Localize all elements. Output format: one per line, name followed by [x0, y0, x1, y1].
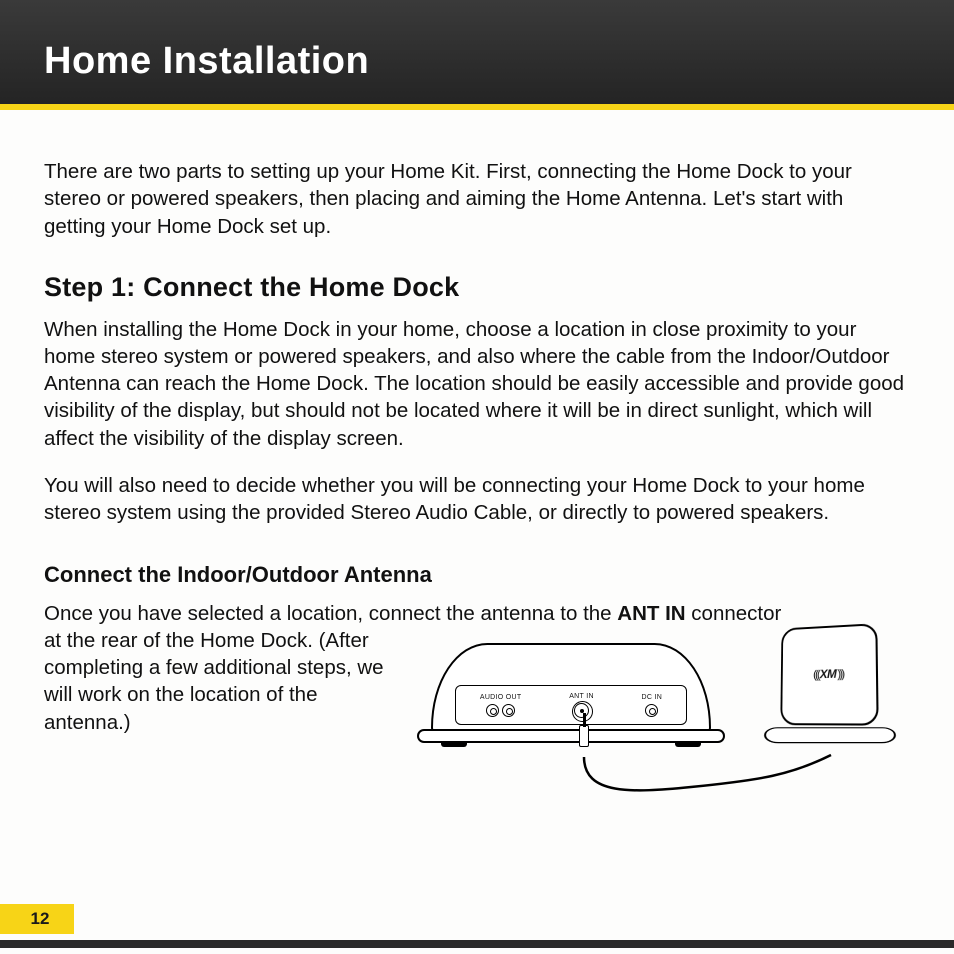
antenna-lead-b: connector: [686, 602, 782, 625]
audio-jack-icon: [486, 704, 499, 717]
page-content: There are two parts to setting up your H…: [0, 110, 954, 805]
antenna-lead-a: Once you have selected a location, conne…: [44, 602, 617, 625]
page-number: 12: [0, 904, 74, 934]
port-label-dc-in: DC IN: [642, 693, 663, 702]
antenna-rest-text: at the rear of the Home Dock. (After com…: [44, 627, 404, 736]
dock-base: [417, 729, 725, 743]
antenna-unit: XM: [770, 625, 888, 753]
ant-jack-icon: [574, 703, 589, 718]
step1-body: When installing the Home Dock in your ho…: [44, 316, 906, 527]
port-label-ant-in: ANT IN: [569, 692, 594, 701]
subsection-heading: Connect the Indoor/Outdoor Antenna: [44, 560, 906, 589]
footer-stripe: [0, 940, 954, 948]
dc-jack-icon: [645, 704, 658, 717]
intro-paragraph: There are two parts to setting up your H…: [44, 158, 906, 240]
step1-paragraph-2: You will also need to decide whether you…: [44, 472, 906, 527]
antenna-stand: [762, 727, 898, 743]
antenna-section: Once you have selected a location, conne…: [44, 600, 906, 805]
port-dc-in: DC IN: [642, 693, 663, 717]
step1-paragraph-1: When installing the Home Dock in your ho…: [44, 316, 906, 452]
page-title: Home Installation: [44, 40, 369, 83]
port-label-audio-out: AUDIO OUT: [480, 693, 522, 702]
dock-foot: [441, 742, 467, 747]
step1-heading: Step 1: Connect the Home Dock: [44, 270, 906, 306]
port-ant-in: ANT IN: [569, 692, 594, 718]
dock-port-panel: AUDIO OUT ANT IN DC IN: [455, 685, 687, 725]
dock-foot: [675, 742, 701, 747]
antenna-face: XM: [780, 623, 878, 726]
page-header: Home Installation: [0, 0, 954, 110]
antenna-logo: XM: [813, 667, 843, 684]
audio-jack-icon: [502, 704, 515, 717]
cable-plug-icon: [579, 725, 589, 759]
device-diagram: AUDIO OUT ANT IN DC IN: [411, 625, 906, 805]
port-audio-out: AUDIO OUT: [480, 693, 522, 717]
ant-in-bold: ANT IN: [617, 602, 685, 625]
antenna-lead-line: Once you have selected a location, conne…: [44, 600, 906, 627]
